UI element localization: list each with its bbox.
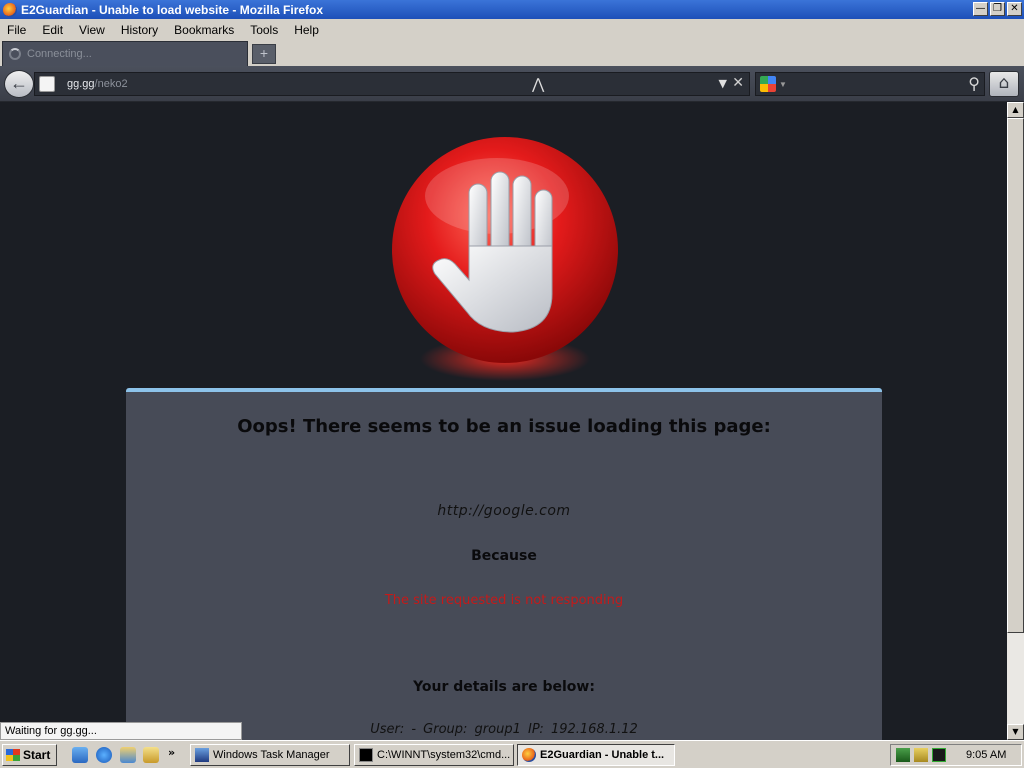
vertical-scrollbar[interactable]: ▲ ▼ — [1007, 102, 1024, 740]
details-heading: Your details are below: — [413, 679, 595, 695]
search-engine-caret-icon[interactable]: ▼ — [779, 80, 787, 89]
search-magnifier-icon[interactable]: ⚲ — [968, 74, 980, 93]
scroll-down-button[interactable]: ▼ — [1007, 724, 1024, 740]
back-button[interactable]: ← — [4, 70, 34, 98]
home-button[interactable]: ⌂ — [989, 71, 1019, 97]
url-dropdown-icon[interactable]: ▼ — [719, 77, 727, 90]
task-firefox[interactable]: E2Guardian - Unable t... — [517, 744, 675, 766]
tab-current[interactable]: Connecting... — [2, 41, 248, 66]
volume-icon[interactable] — [914, 748, 928, 762]
start-button[interactable]: Start — [2, 744, 57, 766]
quicklaunch-more[interactable]: » — [168, 746, 175, 759]
close-button[interactable]: ✕ — [1007, 2, 1022, 16]
scroll-thumb[interactable] — [1007, 118, 1024, 633]
start-label: Start — [23, 748, 51, 762]
monitor-icon[interactable] — [932, 748, 946, 762]
menu-view[interactable]: View — [79, 23, 105, 37]
explorer-icon[interactable] — [143, 747, 159, 763]
menu-file[interactable]: File — [7, 23, 26, 37]
stop-icon[interactable]: ✕ — [732, 75, 744, 91]
stop-hand-icon — [392, 137, 618, 381]
cmd-icon — [359, 748, 373, 762]
clock[interactable]: 9:05 AM — [966, 749, 1006, 761]
loading-spinner-icon — [9, 48, 21, 60]
window-titlebar[interactable]: E2Guardian - Unable to load website - Mo… — [0, 0, 1024, 19]
menu-history[interactable]: History — [121, 23, 158, 37]
scroll-up-button[interactable]: ▲ — [1007, 102, 1024, 118]
task-windows-task-manager[interactable]: Windows Task Manager — [190, 744, 350, 766]
text-cursor-icon: ⋀ — [532, 75, 545, 93]
error-reason: The site requested is not responding — [384, 593, 624, 608]
task-cmd[interactable]: C:\WINNT\system32\cmd... — [354, 744, 514, 766]
url-host: gg.gg — [67, 78, 95, 90]
maximize-button[interactable]: ❐ — [990, 2, 1005, 16]
menu-edit[interactable]: Edit — [42, 23, 63, 37]
error-heading: Oops! There seems to be an issue loading… — [237, 416, 771, 437]
task-label: C:\WINNT\system32\cmd... — [377, 749, 511, 761]
task-label: Windows Task Manager — [213, 749, 330, 761]
tab-strip: Connecting... + — [0, 40, 1024, 66]
tab-label: Connecting... — [27, 48, 92, 60]
network-icon[interactable] — [896, 748, 910, 762]
url-bar[interactable]: gg.gg/neko2 ⋀ ▼ ✕ — [34, 72, 750, 96]
minimize-button[interactable]: — — [973, 2, 988, 16]
window-title: E2Guardian - Unable to load website - Mo… — [21, 2, 324, 17]
search-bar[interactable]: ▼ ⚲ — [755, 72, 985, 96]
google-icon[interactable] — [760, 76, 776, 92]
task-label: E2Guardian - Unable t... — [540, 749, 665, 761]
menu-bar: File Edit View History Bookmarks Tools H… — [0, 19, 1024, 40]
taskbar: Start » Windows Task Manager C:\WINNT\sy… — [0, 740, 1024, 768]
task-manager-icon — [195, 748, 209, 762]
home-icon: ⌂ — [998, 73, 1010, 93]
outlook-icon[interactable] — [120, 747, 136, 763]
page-content: Oops! There seems to be an issue loading… — [0, 102, 1007, 740]
menu-tools[interactable]: Tools — [250, 23, 278, 37]
menu-help[interactable]: Help — [294, 23, 319, 37]
windows-flag-icon — [6, 749, 20, 761]
error-card: Oops! There seems to be an issue loading… — [126, 388, 882, 740]
show-desktop-icon[interactable] — [72, 747, 88, 763]
window-controls: — ❐ ✕ — [973, 2, 1022, 16]
back-arrow-icon: ← — [10, 73, 28, 93]
status-panel: Waiting for gg.gg... — [0, 722, 242, 740]
firefox-icon — [522, 748, 536, 762]
navigation-toolbar: ← gg.gg/neko2 ⋀ ▼ ✕ ▼ ⚲ ⌂ — [0, 66, 1024, 102]
blocked-url: http://google.com — [437, 503, 571, 519]
url-path: /neko2 — [94, 78, 128, 90]
firefox-icon — [3, 2, 17, 17]
ie-icon[interactable] — [96, 747, 112, 763]
new-tab-button[interactable]: + — [252, 44, 276, 64]
menu-bookmarks[interactable]: Bookmarks — [174, 23, 234, 37]
site-identity-icon[interactable] — [39, 76, 55, 92]
system-tray: 9:05 AM — [890, 744, 1022, 766]
because-label: Because — [471, 548, 537, 564]
